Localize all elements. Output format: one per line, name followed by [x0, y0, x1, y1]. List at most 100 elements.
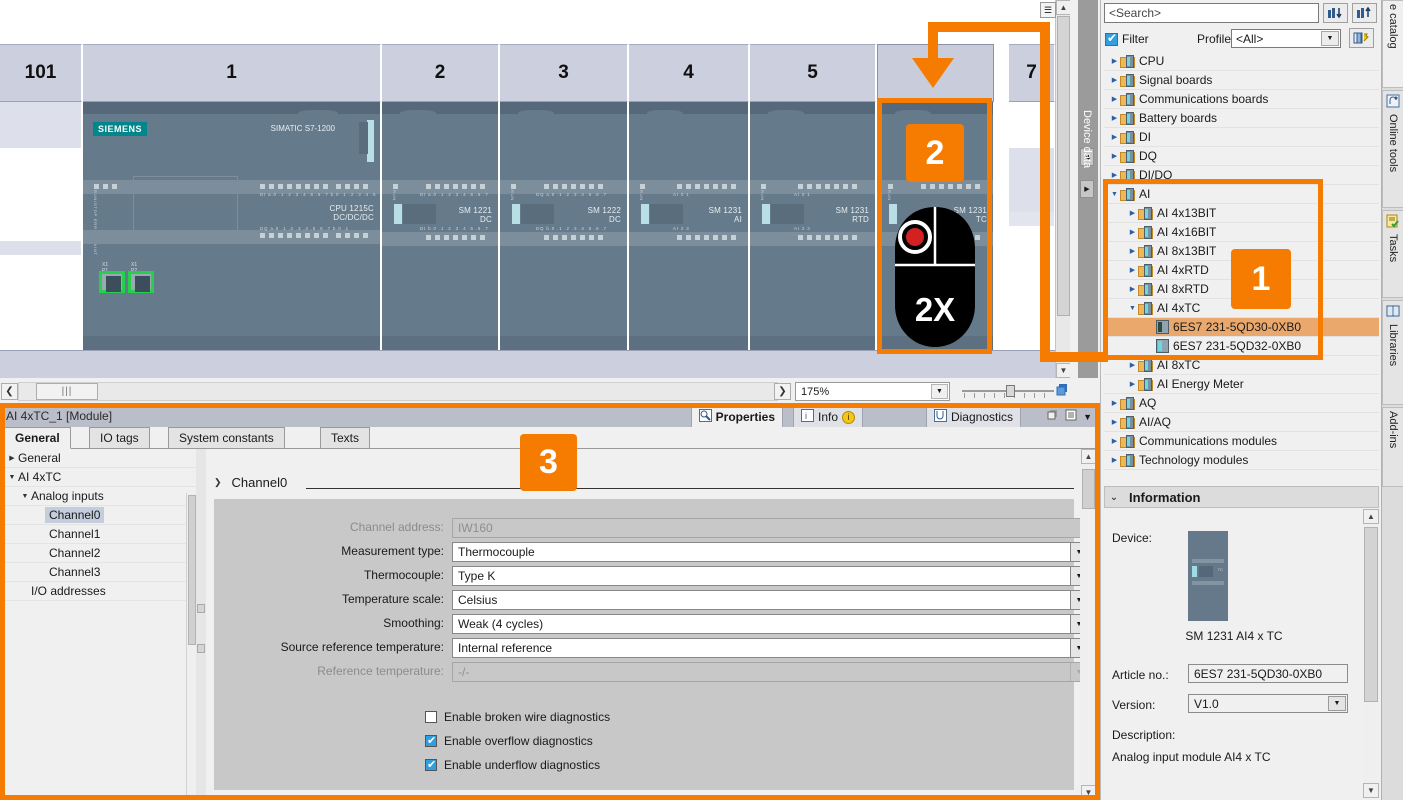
catalog-item-ai-8xtc[interactable]: ▶ AI 8xTC: [1104, 356, 1379, 375]
information-scroll-thumb[interactable]: [1364, 527, 1378, 702]
zoom-slider-knob[interactable]: [1006, 385, 1015, 397]
article-no-field[interactable]: 6ES7 231-5QD30-0XB0: [1188, 664, 1348, 683]
search-input[interactable]: <Search>: [1104, 3, 1319, 23]
device-view-vscrollbar[interactable]: ▲ ▼: [1055, 0, 1070, 378]
catalog-item-ai-aq[interactable]: ▶ AI/AQ: [1104, 413, 1379, 432]
version-field[interactable]: V1.0 ▼: [1188, 694, 1348, 713]
chevron-right-icon[interactable]: ▶: [1127, 361, 1138, 369]
chevron-right-icon[interactable]: ▶: [1127, 285, 1138, 293]
splitter-handle-down[interactable]: [197, 644, 205, 653]
catalog-item-cpu[interactable]: ▶ CPU: [1104, 52, 1379, 71]
chevron-right-icon[interactable]: ▶: [1109, 95, 1120, 103]
sort-ascending-icon[interactable]: [1352, 3, 1377, 23]
chevron-right-icon[interactable]: ▶: [1127, 247, 1138, 255]
chevron-right-icon[interactable]: ▶: [1127, 228, 1138, 236]
sort-descending-icon[interactable]: [1323, 3, 1348, 23]
device-view-hscrollbar[interactable]: [18, 382, 778, 401]
chevron-right-icon[interactable]: ▶: [1109, 114, 1120, 122]
rail-tab-hardware-catalog[interactable]: e catalog: [1382, 0, 1403, 88]
module-cpu-1215c[interactable]: SIEMENS SIMATIC S7-1200 DI a.0 .1 .2 .3 …: [83, 102, 380, 350]
tab-general[interactable]: General: [4, 427, 71, 449]
chevron-right-icon[interactable]: ❯: [214, 477, 222, 488]
chevron-down-icon[interactable]: ▼: [1070, 543, 1080, 561]
catalog-item-6es7-231-5qd32-0xb0[interactable]: 6ES7 231-5QD32-0XB0: [1104, 337, 1379, 356]
chevron-down-icon[interactable]: ▼: [1083, 412, 1092, 422]
chevron-right-icon[interactable]: ▶: [1109, 57, 1120, 65]
overview-menu-icon[interactable]: ☰: [1040, 2, 1056, 18]
chevron-right-icon[interactable]: ▶: [1109, 456, 1120, 464]
chevron-down-icon[interactable]: ▼: [1321, 31, 1339, 46]
slot-5[interactable]: AI 0 1 RUN SM 1231 RTD AI 2 3: [750, 102, 876, 378]
chevron-down-icon[interactable]: ▼: [1070, 639, 1080, 657]
field-smoothing[interactable]: Weak (4 cycles) ▼: [452, 614, 1080, 634]
chevron-right-icon[interactable]: ▶: [1109, 152, 1120, 160]
slot-header-5[interactable]: 5: [750, 44, 876, 102]
hscroll-thumb[interactable]: |||: [36, 383, 98, 400]
slot-2[interactable]: DI a.0 .1 .2 .3 .4 .5 .6 .7 RUN SM 1221 D…: [382, 102, 499, 378]
chevron-down-icon[interactable]: ▼: [1109, 191, 1120, 198]
zoom-level-combo[interactable]: 175% ▼: [795, 382, 950, 401]
module-sm1231-ai[interactable]: AI 0 1 RUN SM 1231 AI AI 2 3: [629, 102, 748, 350]
panel-tab-properties[interactable]: Properties: [690, 406, 783, 427]
scroll-down-icon[interactable]: ▼: [1363, 783, 1379, 798]
slot-header-101[interactable]: 101: [0, 44, 82, 102]
slot-101[interactable]: [0, 102, 82, 378]
nav-scrollbar[interactable]: [186, 493, 196, 800]
checkbox-underflow[interactable]: [425, 758, 437, 771]
scroll-down-icon[interactable]: ▼: [1081, 785, 1096, 800]
scroll-up-icon[interactable]: ▲: [1081, 449, 1096, 464]
nav-item-channel1[interactable]: Channel1: [0, 525, 196, 544]
catalog-item-technology-modules[interactable]: ▶ Technology modules: [1104, 451, 1379, 470]
rail-tab-add-ins[interactable]: Add-ins: [1382, 407, 1403, 487]
catalog-item-aq[interactable]: ▶ AQ: [1104, 394, 1379, 413]
catalog-item-ai-energy-meter[interactable]: ▶ AI Energy Meter: [1104, 375, 1379, 394]
catalog-item-6es7-231-5qd30-0xb0[interactable]: 6ES7 231-5QD30-0XB0: [1104, 318, 1379, 337]
chevron-down-icon[interactable]: ▼: [931, 384, 948, 399]
rail-tab-online-tools[interactable]: Online tools: [1382, 90, 1403, 208]
catalog-item-ai[interactable]: ▼ AI: [1104, 185, 1379, 204]
information-scrollbar[interactable]: ▲ ▼: [1363, 509, 1379, 798]
device-data-strip[interactable]: ◀ ▶ Device data: [1078, 0, 1098, 378]
catalog-config-icon[interactable]: [1349, 28, 1374, 48]
chevron-down-icon[interactable]: ⌄: [1105, 492, 1123, 503]
chevron-right-icon[interactable]: ▶: [1127, 266, 1138, 274]
catalog-item-dq[interactable]: ▶ DQ: [1104, 147, 1379, 166]
properties-nav-tree[interactable]: ▶ General ▼ AI 4xTC ▼ Analog inputs Channel…: [0, 449, 196, 800]
catalog-item-di-dq[interactable]: ▶ DI/DQ: [1104, 166, 1379, 185]
scroll-up-icon[interactable]: ▲: [1363, 509, 1379, 524]
tab-texts[interactable]: Texts: [320, 427, 371, 449]
scroll-up-icon[interactable]: ▲: [1056, 0, 1070, 15]
vscroll-thumb[interactable]: [1057, 16, 1070, 316]
chevron-down-icon[interactable]: ▼: [1127, 305, 1138, 312]
catalog-item-battery-boards[interactable]: ▶ Battery boards: [1104, 109, 1379, 128]
chevron-right-icon[interactable]: ▶: [1109, 76, 1120, 84]
nav-item-channel0[interactable]: Channel0: [0, 506, 196, 525]
slot-header-3[interactable]: 3: [500, 44, 628, 102]
splitter-handle-up[interactable]: [197, 604, 205, 613]
chevron-down-icon[interactable]: ▼: [19, 493, 31, 500]
slot-4[interactable]: AI 0 1 RUN SM 1231 AI AI 2 3: [629, 102, 749, 378]
detail-scrollbar[interactable]: ▲ ▼: [1080, 449, 1098, 800]
panel-tab-diagnostics[interactable]: Diagnostics: [925, 406, 1021, 427]
catalog-item-communications-modules[interactable]: ▶ Communications modules: [1104, 432, 1379, 451]
maximize-icon[interactable]: [1047, 409, 1059, 424]
nav-scroll-thumb[interactable]: [188, 495, 196, 645]
profile-combo[interactable]: <All> ▼: [1231, 29, 1341, 48]
panel-splitter[interactable]: [196, 449, 206, 800]
checkbox-row-overflow[interactable]: Enable overflow diagnostics: [425, 734, 593, 748]
panel-tab-info[interactable]: i Info i: [792, 406, 863, 427]
scroll-right-icon[interactable]: ❯: [774, 383, 791, 400]
field-thermocouple[interactable]: Type K ▼: [452, 566, 1080, 586]
nav-item-general[interactable]: ▶ General: [0, 449, 196, 468]
chevron-right-icon[interactable]: ▶: [1109, 399, 1120, 407]
tab-io-tags[interactable]: IO tags: [89, 427, 150, 449]
rail-tab-libraries[interactable]: Libraries: [1382, 300, 1403, 405]
chevron-down-icon[interactable]: ▼: [1070, 591, 1080, 609]
catalog-item-ai-4x16bit[interactable]: ▶ AI 4x16BIT: [1104, 223, 1379, 242]
field-source-reference-temperature[interactable]: Internal reference ▼: [452, 638, 1080, 658]
checkbox-row-underflow[interactable]: Enable underflow diagnostics: [425, 758, 600, 772]
list-icon[interactable]: [1065, 409, 1077, 424]
checkbox-overflow[interactable]: [425, 734, 437, 747]
information-header[interactable]: ⌄ Information: [1104, 486, 1379, 508]
nav-item-channel2[interactable]: Channel2: [0, 544, 196, 563]
